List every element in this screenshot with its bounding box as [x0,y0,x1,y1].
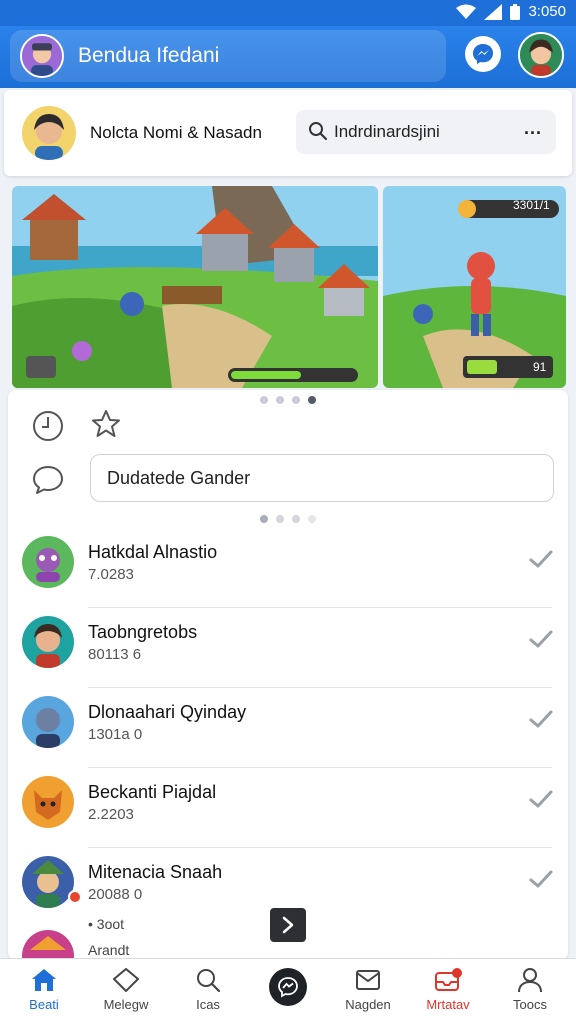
center-action-button[interactable] [269,968,307,1006]
status-bar: 3:050 [0,0,576,26]
search-input[interactable] [334,110,514,154]
chat-avatar[interactable] [22,696,74,748]
carousel-dot[interactable] [292,396,300,404]
game-scene-image-2 [383,186,566,388]
carousel-dot[interactable] [260,396,268,404]
messenger-button[interactable] [465,36,501,72]
more-button[interactable]: ... [520,119,546,144]
header-user-avatar[interactable] [20,34,64,78]
status-icons: 3:050 [456,3,566,20]
chat-name: Beckanti Piajdal [88,782,217,802]
check-icon [529,630,553,648]
user-avatar[interactable] [22,106,76,160]
comment-button[interactable] [28,460,68,500]
chat-row[interactable]: Beckanti Piajdal 2.2203 [8,768,568,848]
signal-icon [484,3,503,20]
chat-name: Mitenacia Snaah [88,862,223,882]
check-icon [529,550,553,568]
nav-label: Toocs [513,997,547,1012]
search-icon [197,969,221,993]
chat-name: Taobngretobs [88,622,198,642]
chat-subtitle: 80113 6 [88,646,142,663]
chat-list: Hatkdal Alnastio 7.0283 Taobngretobs 801… [8,528,568,928]
person-icon [518,968,542,993]
star-icon [92,410,120,437]
favorite-button[interactable] [86,404,126,444]
chat-name: Dlonaahari Qyinday [88,702,247,722]
carousel-page-indicator[interactable] [260,396,316,404]
chat-bubble-icon [33,466,63,494]
check-icon [529,790,553,808]
nav-profile[interactable]: Toocs [490,965,570,1021]
nav-label: Nagden [345,997,391,1012]
nav-label: Beati [29,997,59,1012]
chat-name: Hatkdal Alnastio [88,542,218,562]
wifi-icon [456,4,477,19]
search-box[interactable]: ... [296,110,556,154]
progress-fill [231,371,301,379]
nav-messages[interactable]: Nagden [328,965,408,1021]
profile-card: Nolcta Nomi & Nasadn ... [4,90,572,176]
inbox-alert-icon [435,968,462,991]
check-icon [529,870,553,888]
composer-page-indicator[interactable] [260,515,316,523]
status-time: 3:050 [528,3,566,20]
chat-row[interactable]: Taobngretobs 80113 6 [8,608,568,688]
bottom-nav: Beati Melegw Icas Nagden Mrtatav Toocs [0,958,576,1024]
slide-score: 3301/1 [513,198,550,212]
title-pill[interactable]: Bendua Ifedani [10,30,446,82]
check-icon [529,710,553,728]
clock-icon [33,411,63,441]
composer-dot-active[interactable] [260,515,268,523]
game-scene-image [12,186,378,388]
profile-name: Nolcta Nomi & Nasadn [90,123,262,142]
carousel-slide-1[interactable] [12,186,378,388]
partial-row-title: Arandt [88,942,130,958]
app-title: Bendua Ifedani [78,44,220,67]
chat-avatar[interactable] [22,776,74,828]
nav-label: Melegw [103,997,149,1012]
chat-avatar[interactable] [22,536,74,588]
nav-activity[interactable]: Mrtatav [408,965,488,1021]
home-icon [32,969,56,991]
composer-dot[interactable] [308,515,316,523]
game-carousel[interactable]: 3301/1 91 [0,182,576,390]
chat-avatar[interactable] [22,616,74,668]
carousel-dot-active[interactable] [308,396,316,404]
history-button[interactable] [28,406,68,446]
chat-row[interactable]: Hatkdal Alnastio 7.0283 [8,528,568,608]
chat-avatar[interactable] [22,856,74,908]
composer-input[interactable] [90,454,554,502]
chat-subtitle: 20088 0 [88,886,143,903]
chat-subtitle: 2.2203 [88,806,134,823]
chat-row[interactable]: Dlonaahari Qyinday 1301a 0 [8,688,568,768]
profile-avatar[interactable] [518,32,564,78]
notification-badge [68,890,82,904]
app-header: Bendua Ifedani [0,26,576,88]
nav-home[interactable]: Beati [4,965,84,1021]
slide-badge: 91 [533,360,547,374]
chat-subtitle: 1301a 0 [88,726,143,743]
chat-subtitle: 7.0283 [88,566,134,583]
search-icon [309,122,328,141]
battery-icon [510,3,521,20]
next-button[interactable] [270,908,306,942]
nav-label: Icas [196,997,220,1012]
main-panel: Hatkdal Alnastio 7.0283 Taobngretobs 801… [8,390,568,960]
chat-avatar-partial[interactable] [22,930,74,960]
carousel-dot[interactable] [276,396,284,404]
nav-label: Mrtatav [426,997,470,1012]
composer-dot[interactable] [292,515,300,523]
chevron-right-icon [282,916,294,934]
diamond-icon [113,968,139,992]
carousel-slide-2[interactable]: 3301/1 91 [383,186,566,388]
nav-discover[interactable]: Melegw [86,965,166,1021]
composer-dot[interactable] [276,515,284,523]
nav-search[interactable]: Icas [168,965,248,1021]
center-action-icon [278,977,298,998]
partial-row-text: • 3oot [88,916,125,932]
mail-icon [356,970,380,990]
messenger-icon [473,44,493,64]
